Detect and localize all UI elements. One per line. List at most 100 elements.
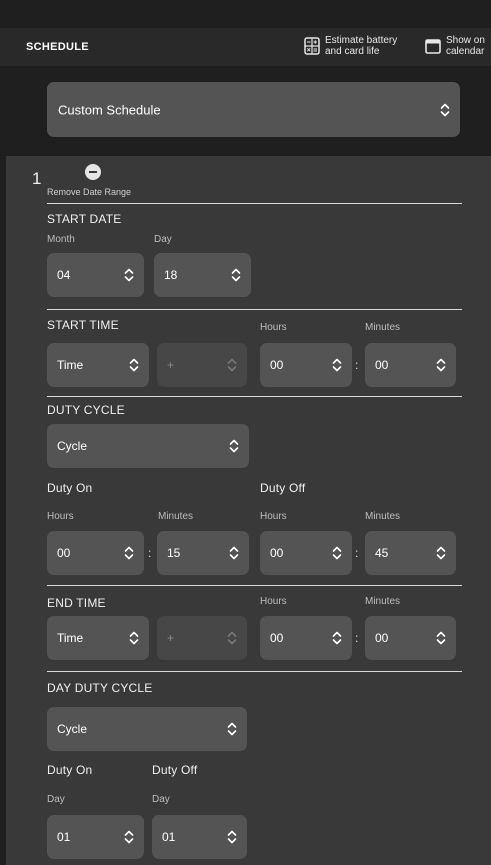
calendar-label-line2: calendar	[446, 46, 485, 57]
duty-off-hours-value: 00	[270, 546, 284, 560]
end-time-title: END TIME	[47, 596, 106, 610]
minus-circle-icon	[85, 164, 101, 180]
chevron-up-down-icon	[227, 631, 237, 645]
estimate-label-line2: and card life	[325, 46, 380, 57]
end-offset-select: +	[157, 616, 247, 660]
estimate-battery-button[interactable]: Estimate battery and card life	[304, 35, 397, 57]
chevron-up-down-icon	[229, 439, 239, 453]
divider	[47, 585, 462, 586]
chevron-up-down-icon	[129, 631, 139, 645]
day-duty-cycle-title: DAY DUTY CYCLE	[47, 681, 153, 695]
end-hours-label: Hours	[260, 596, 287, 607]
duty-on-hours-value: 00	[57, 546, 71, 560]
duty-on-minutes-select[interactable]: 15	[157, 531, 249, 575]
chevron-up-down-icon	[332, 631, 342, 645]
end-minutes-select[interactable]: 00	[365, 616, 456, 660]
divider	[47, 309, 462, 310]
chevron-up-down-icon	[332, 358, 342, 372]
day-duty-off-select[interactable]: 01	[152, 815, 247, 859]
start-hours-label: Hours	[260, 322, 287, 333]
chevron-up-down-icon	[440, 103, 450, 116]
chevron-up-down-icon	[436, 631, 446, 645]
end-offset-value: +	[167, 631, 175, 645]
calculator-icon	[304, 37, 320, 55]
chevron-up-down-icon	[436, 546, 446, 560]
start-minutes-select[interactable]: 00	[365, 343, 456, 387]
chevron-up-down-icon	[231, 268, 241, 282]
duty-on-minutes-value: 15	[167, 546, 181, 560]
chevron-up-down-icon	[332, 546, 342, 560]
calendar-label-line1: Show on	[446, 35, 485, 46]
duty-cycle-mode-value: Cycle	[57, 439, 88, 453]
on-day-label: Day	[47, 794, 65, 805]
start-minutes-value: 00	[375, 358, 389, 372]
start-day-select[interactable]: 18	[154, 253, 251, 297]
start-month-value: 04	[57, 268, 71, 282]
chevron-up-down-icon	[227, 830, 237, 844]
start-time-mode-select[interactable]: Time	[47, 343, 149, 387]
end-minutes-value: 00	[375, 631, 389, 645]
end-time-mode-select[interactable]: Time	[47, 616, 149, 660]
start-date-title: START DATE	[47, 212, 122, 226]
month-label: Month	[47, 234, 75, 245]
chevron-up-down-icon	[436, 358, 446, 372]
start-minutes-label: Minutes	[365, 322, 401, 333]
day-duty-on-select[interactable]: 01	[47, 815, 144, 859]
chevron-up-down-icon	[227, 722, 237, 736]
duty-on-label: Duty On	[47, 481, 93, 495]
chevron-up-down-icon	[124, 546, 134, 560]
remove-date-range-label: Remove Date Range	[47, 187, 132, 197]
end-minutes-label: Minutes	[365, 596, 401, 607]
schedule-type-value: Custom Schedule	[58, 102, 161, 117]
off-hours-label: Hours	[260, 511, 287, 522]
start-hours-select[interactable]: 00	[260, 343, 352, 387]
duty-on-hours-select[interactable]: 00	[47, 531, 144, 575]
duty-off-hours-select[interactable]: 00	[260, 531, 352, 575]
off-day-label: Day	[152, 794, 170, 805]
divider	[47, 203, 462, 204]
start-offset-select: +	[157, 343, 247, 387]
calendar-icon	[425, 39, 441, 54]
day-duty-off-value: 01	[162, 830, 176, 844]
off-minutes-label: Minutes	[365, 511, 401, 522]
end-time-mode-value: Time	[57, 631, 84, 645]
header-title: SCHEDULE	[26, 41, 89, 53]
start-offset-value: +	[167, 358, 175, 372]
day-duty-on-value: 01	[57, 830, 71, 844]
end-hours-value: 00	[270, 631, 284, 645]
divider	[47, 396, 462, 397]
chevron-up-down-icon	[124, 830, 134, 844]
day-duty-cycle-mode-select[interactable]: Cycle	[47, 707, 247, 751]
start-hours-value: 00	[270, 358, 284, 372]
chevron-up-down-icon	[227, 358, 237, 372]
duty-off-minutes-value: 45	[375, 546, 389, 560]
day-duty-on-label: Duty On	[47, 763, 93, 777]
time-separator: :	[355, 631, 359, 645]
duty-off-minutes-select[interactable]: 45	[365, 531, 456, 575]
end-hours-select[interactable]: 00	[260, 616, 352, 660]
duty-cycle-mode-select[interactable]: Cycle	[47, 424, 249, 468]
chevron-up-down-icon	[129, 358, 139, 372]
schedule-type-select[interactable]: Custom Schedule	[47, 82, 460, 137]
start-time-title: START TIME	[47, 318, 119, 332]
on-minutes-label: Minutes	[158, 511, 194, 522]
top-bar	[0, 0, 491, 28]
schedule-header: SCHEDULE Estimate battery and card life …	[0, 28, 491, 66]
day-label: Day	[154, 234, 172, 245]
on-hours-label: Hours	[47, 511, 74, 522]
duty-off-label: Duty Off	[260, 481, 306, 495]
remove-date-range-button[interactable]	[85, 164, 101, 185]
estimate-label-line1: Estimate battery	[325, 35, 398, 46]
time-separator: :	[355, 546, 359, 560]
day-duty-cycle-mode-value: Cycle	[57, 722, 88, 736]
range-index: 1	[32, 169, 42, 188]
duty-cycle-title: DUTY CYCLE	[47, 403, 125, 417]
chevron-up-down-icon	[229, 546, 239, 560]
time-separator: :	[148, 546, 152, 560]
start-day-value: 18	[164, 268, 178, 282]
show-on-calendar-button[interactable]: Show on calendar	[425, 35, 491, 57]
start-month-select[interactable]: 04	[47, 253, 144, 297]
divider	[47, 671, 462, 672]
day-duty-off-label: Duty Off	[152, 763, 198, 777]
start-time-mode-value: Time	[57, 358, 84, 372]
